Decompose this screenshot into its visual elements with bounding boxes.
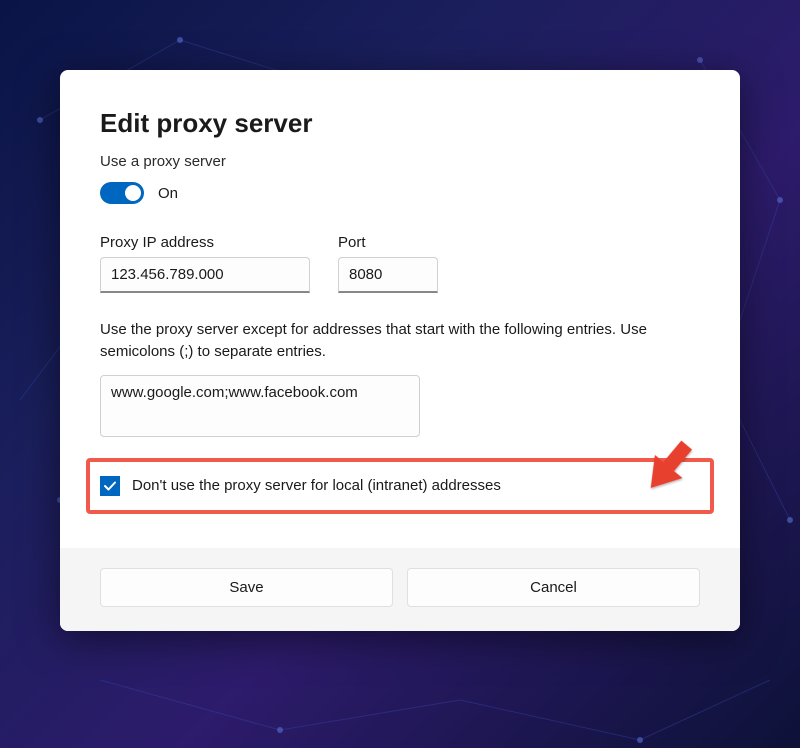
toggle-state-label: On [158, 185, 178, 202]
ip-address-label: Proxy IP address [100, 234, 310, 251]
dialog-footer: Save Cancel [60, 548, 740, 631]
cancel-button[interactable]: Cancel [407, 568, 700, 607]
port-label: Port [338, 234, 438, 251]
proxy-settings-dialog: Edit proxy server Use a proxy server On … [60, 70, 740, 631]
exceptions-input[interactable] [100, 375, 420, 437]
local-bypass-label: Don't use the proxy server for local (in… [132, 477, 501, 494]
use-proxy-label: Use a proxy server [100, 153, 700, 170]
local-bypass-checkbox[interactable] [100, 476, 120, 496]
checkmark-icon [103, 479, 117, 493]
proxy-toggle[interactable] [100, 182, 144, 204]
dialog-title: Edit proxy server [100, 108, 700, 139]
save-button[interactable]: Save [100, 568, 393, 607]
toggle-knob [125, 185, 141, 201]
ip-address-input[interactable] [100, 257, 310, 293]
port-input[interactable] [338, 257, 438, 293]
exceptions-description: Use the proxy server except for addresse… [100, 319, 700, 363]
highlight-box: Don't use the proxy server for local (in… [86, 458, 714, 514]
